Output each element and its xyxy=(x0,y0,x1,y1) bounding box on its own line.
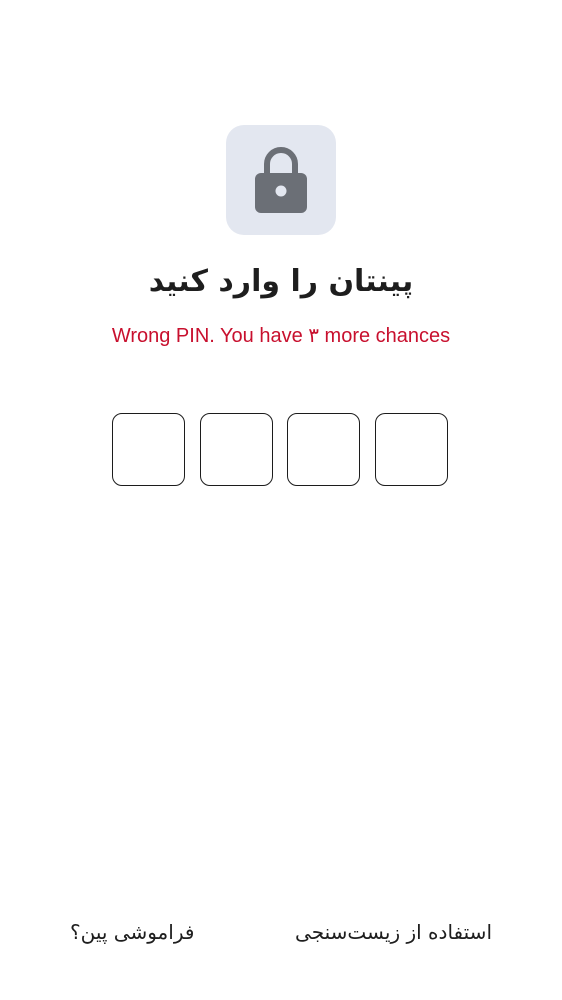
page-title: پینتان را وارد کنید xyxy=(148,264,414,299)
pin-digit-4[interactable] xyxy=(375,413,448,486)
pin-digit-1[interactable] xyxy=(112,413,185,486)
lock-icon xyxy=(253,145,309,215)
pin-digit-2[interactable] xyxy=(200,413,273,486)
error-message: Wrong PIN. You have ۳ more chances xyxy=(111,325,451,347)
lock-tile xyxy=(226,125,336,235)
forgot-pin-button[interactable]: فراموشی پین؟ xyxy=(70,912,194,952)
pin-digit-3[interactable] xyxy=(287,413,360,486)
pin-input-row[interactable] xyxy=(112,413,450,488)
use-biometrics-button[interactable]: استفاده از زیست‌سنجی xyxy=(295,912,492,952)
